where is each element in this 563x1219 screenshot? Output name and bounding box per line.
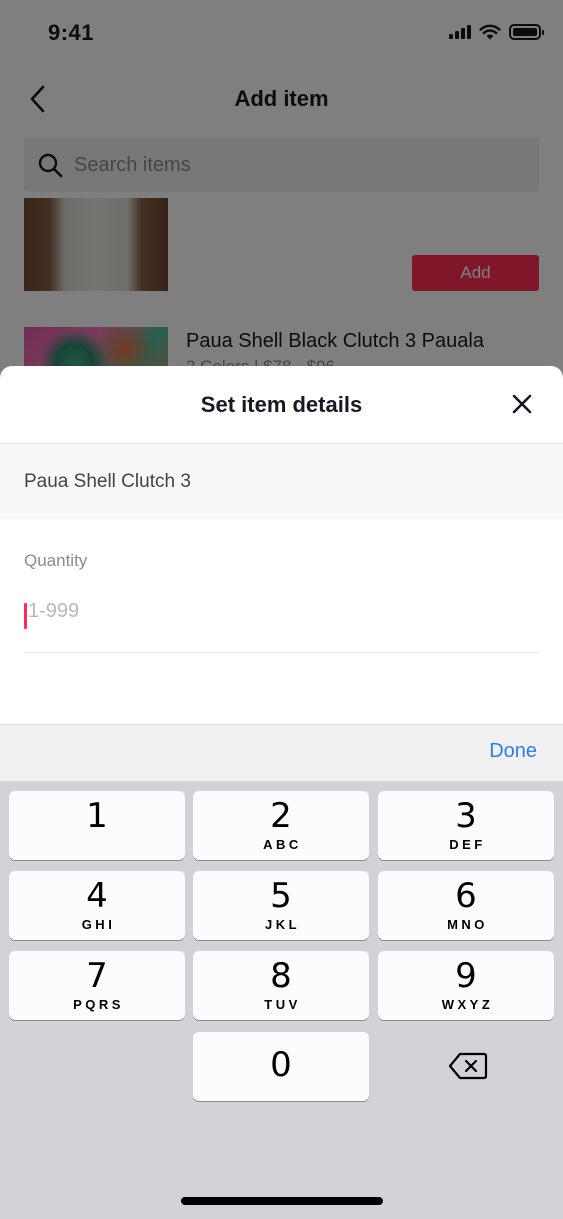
key-letters: MNO [447, 917, 488, 932]
key-letters: JKL [264, 917, 301, 932]
key-5[interactable]: 5 JKL [193, 871, 369, 940]
done-button[interactable]: Done [489, 740, 537, 763]
key-letters: ABC [263, 837, 302, 852]
key-letters: GHI [81, 917, 116, 932]
key-letters: DEF [449, 837, 486, 852]
keyboard-accessory-bar: Done [0, 724, 563, 781]
key-letters: TUV [264, 997, 301, 1012]
item-name-row: Paua Shell Clutch 3 [0, 444, 563, 519]
key-letters: PQRS [73, 997, 124, 1012]
item-details-sheet: Set item details Paua Shell Clutch 3 Qua… [0, 366, 563, 1219]
key-digit: 3 [455, 796, 477, 836]
key-0[interactable]: 0 [193, 1032, 369, 1101]
numeric-keypad: 1 2 ABC 3 DEF 4 GHI 5 JKL 6 MNO 7 PQRS 8 [0, 781, 563, 1219]
key-9[interactable]: 9 WXYZ [378, 951, 554, 1020]
key-3[interactable]: 3 DEF [378, 791, 554, 860]
key-digit: 5 [270, 876, 292, 916]
key-4[interactable]: 4 GHI [9, 871, 185, 940]
sheet-title: Set item details [200, 392, 363, 417]
key-digit: 6 [455, 876, 477, 916]
key-7[interactable]: 7 PQRS [9, 951, 185, 1020]
item-name: Paua Shell Clutch 3 [24, 470, 191, 492]
delete-backspace-icon[interactable] [448, 1051, 488, 1081]
key-digit: 8 [270, 956, 292, 996]
sheet-header: Set item details [0, 366, 563, 444]
quantity-input[interactable] [28, 600, 428, 623]
key-8[interactable]: 8 TUV [193, 951, 369, 1020]
key-2[interactable]: 2 ABC [193, 791, 369, 860]
close-icon[interactable] [511, 393, 533, 415]
home-indicator [181, 1197, 383, 1205]
key-digit: 0 [270, 1045, 292, 1085]
quantity-field[interactable] [24, 598, 539, 653]
key-letters: WXYZ [441, 997, 494, 1012]
key-digit: 1 [86, 796, 108, 836]
key-digit: 2 [270, 796, 292, 836]
key-6[interactable]: 6 MNO [378, 871, 554, 940]
key-digit: 9 [455, 956, 477, 996]
key-1[interactable]: 1 [9, 791, 185, 860]
key-digit: 7 [86, 956, 108, 996]
key-digit: 4 [86, 876, 108, 916]
text-cursor [24, 603, 27, 629]
quantity-label: Quantity [24, 551, 88, 570]
